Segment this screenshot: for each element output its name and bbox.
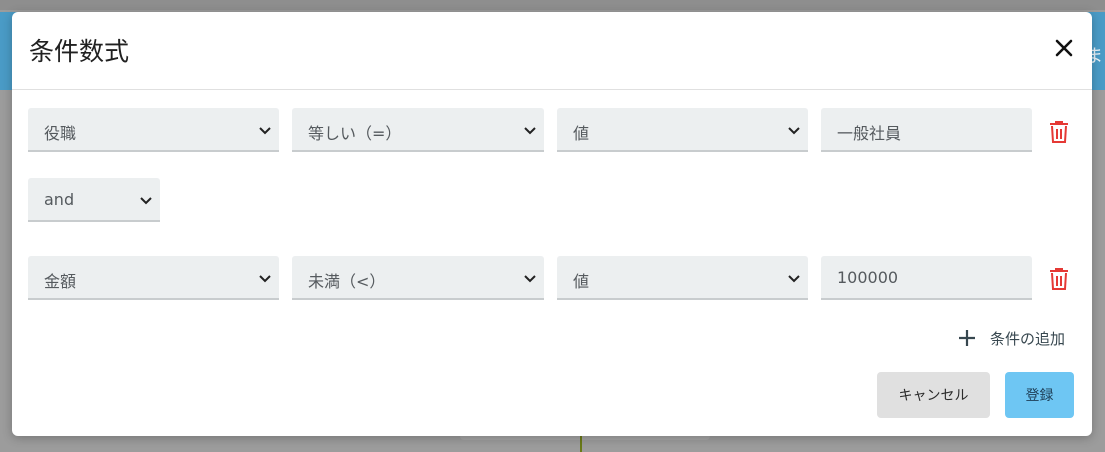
logic-operator-select[interactable]: and <box>28 178 160 222</box>
register-button[interactable]: 登録 <box>1005 372 1074 418</box>
condition-2-field-select[interactable]: 金額 <box>28 256 279 300</box>
chevron-down-icon <box>522 270 538 286</box>
add-condition-button[interactable]: 条件の追加 <box>956 326 1065 350</box>
condition-1-value-type-select[interactable]: 値 <box>557 108 808 152</box>
condition-1-value-input[interactable]: 一般社員 <box>821 108 1032 152</box>
header-divider <box>12 89 1092 90</box>
chevron-down-icon <box>257 270 273 286</box>
condition-2-delete-button[interactable] <box>1048 267 1070 291</box>
logic-operator-value: and <box>44 190 75 209</box>
condition-2-operator-select[interactable]: 未満（<） <box>292 256 544 300</box>
condition-2-value-type-value: 値 <box>573 272 590 291</box>
trash-icon <box>1050 121 1068 143</box>
chevron-down-icon <box>138 192 154 208</box>
trash-icon <box>1050 268 1068 290</box>
condition-1-field-value: 役職 <box>44 124 77 143</box>
dialog-title: 条件数式 <box>29 37 130 66</box>
condition-2-value-type-select[interactable]: 値 <box>557 256 808 300</box>
condition-1-value-type-value: 値 <box>573 124 590 143</box>
condition-2-operator-value: 未満（<） <box>308 272 386 291</box>
close-icon <box>1055 39 1073 57</box>
cancel-button[interactable]: キャンセル <box>877 372 990 418</box>
condition-1-field-select[interactable]: 役職 <box>28 108 279 152</box>
condition-1-operator-value: 等しい（=） <box>308 124 402 143</box>
condition-1-value-text: 一般社員 <box>837 124 902 143</box>
chevron-down-icon <box>786 122 802 138</box>
condition-formula-dialog: 条件数式 役職 等しい（=） 値 一般社員 and 金額 未満（<） 値 100… <box>12 12 1092 436</box>
add-condition-label: 条件の追加 <box>990 329 1066 348</box>
chevron-down-icon <box>786 270 802 286</box>
condition-1-operator-select[interactable]: 等しい（=） <box>292 108 544 152</box>
chevron-down-icon <box>522 122 538 138</box>
close-button[interactable] <box>1050 34 1078 62</box>
condition-1-delete-button[interactable] <box>1048 120 1070 144</box>
condition-2-value-input[interactable]: 100000 <box>821 256 1032 300</box>
plus-icon <box>956 327 978 349</box>
chevron-down-icon <box>257 122 273 138</box>
backdrop-topbar <box>0 0 1105 10</box>
condition-2-field-value: 金額 <box>44 272 77 291</box>
condition-2-value-text: 100000 <box>837 268 899 287</box>
